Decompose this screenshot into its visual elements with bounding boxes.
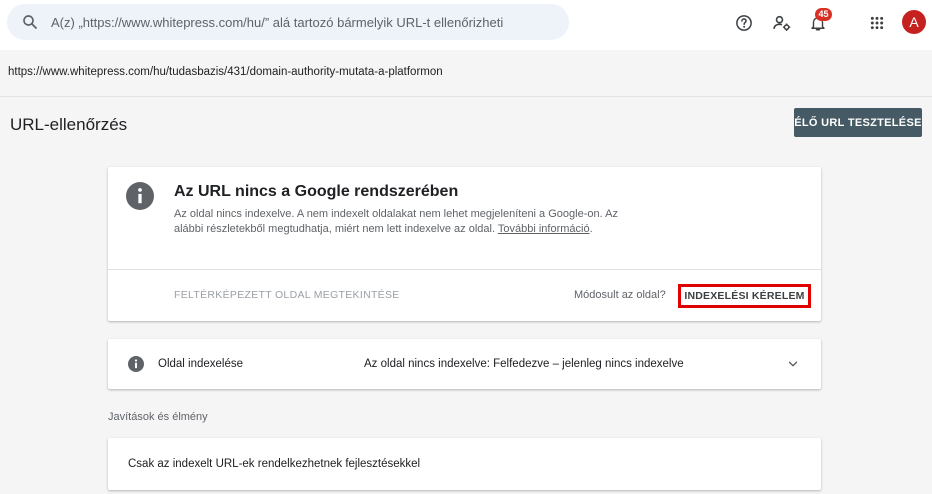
- page-indexing-label: Oldal indexelése: [158, 358, 244, 370]
- apps-grid-icon: [870, 16, 884, 30]
- request-indexing-button[interactable]: INDEXELÉSI KÉRELEM: [678, 284, 811, 308]
- info-icon: [126, 182, 154, 210]
- help-button[interactable]: [733, 12, 755, 34]
- view-crawled-page-button[interactable]: FELTÉRKÉPEZETT OLDAL MEGTEKINTÉSE: [174, 289, 400, 301]
- header-divider: [0, 96, 932, 97]
- chevron-down-icon[interactable]: [786, 357, 800, 371]
- card-divider: [108, 269, 821, 270]
- info-icon: [128, 356, 144, 372]
- user-settings-button[interactable]: [771, 12, 793, 34]
- page-changed-question: Módosult az oldal?: [574, 289, 666, 301]
- notification-badge: 45: [815, 8, 832, 21]
- page-title: URL-ellenőrzés: [10, 115, 128, 134]
- status-description: Az oldal nincs indexelve. A nem indexelt…: [174, 207, 624, 237]
- top-bar: 45 A: [0, 0, 932, 50]
- inspected-url: https://www.whitepress.com/hu/tudasbazis…: [8, 66, 443, 78]
- apps-button[interactable]: [866, 12, 888, 34]
- enhancements-card: Csak az indexelt URL-ek rendelkezhetnek …: [108, 438, 821, 490]
- url-status-card: Az URL nincs a Google rendszerében Az ol…: [108, 167, 821, 321]
- search-icon: [23, 15, 37, 29]
- learn-more-link[interactable]: További információ: [498, 223, 590, 235]
- search-input[interactable]: [51, 4, 561, 40]
- user-settings-icon: [773, 15, 791, 31]
- page-indexing-status: Az oldal nincs indexelve: Felfedezve – j…: [364, 358, 684, 370]
- learn-more-suffix: .: [589, 223, 593, 235]
- account-avatar[interactable]: A: [902, 10, 926, 34]
- enhancements-text: Csak az indexelt URL-ek rendelkezhetnek …: [128, 458, 421, 470]
- url-inspection-search[interactable]: [7, 4, 569, 40]
- status-title: Az URL nincs a Google rendszerében: [174, 183, 459, 200]
- test-live-url-button[interactable]: ÉLŐ URL TESZTELÉSE: [794, 108, 922, 137]
- page-indexing-row[interactable]: Oldal indexelése Az oldal nincs indexelv…: [108, 339, 821, 389]
- enhancements-section-label: Javítások és élmény: [108, 411, 208, 423]
- help-icon: [736, 15, 752, 31]
